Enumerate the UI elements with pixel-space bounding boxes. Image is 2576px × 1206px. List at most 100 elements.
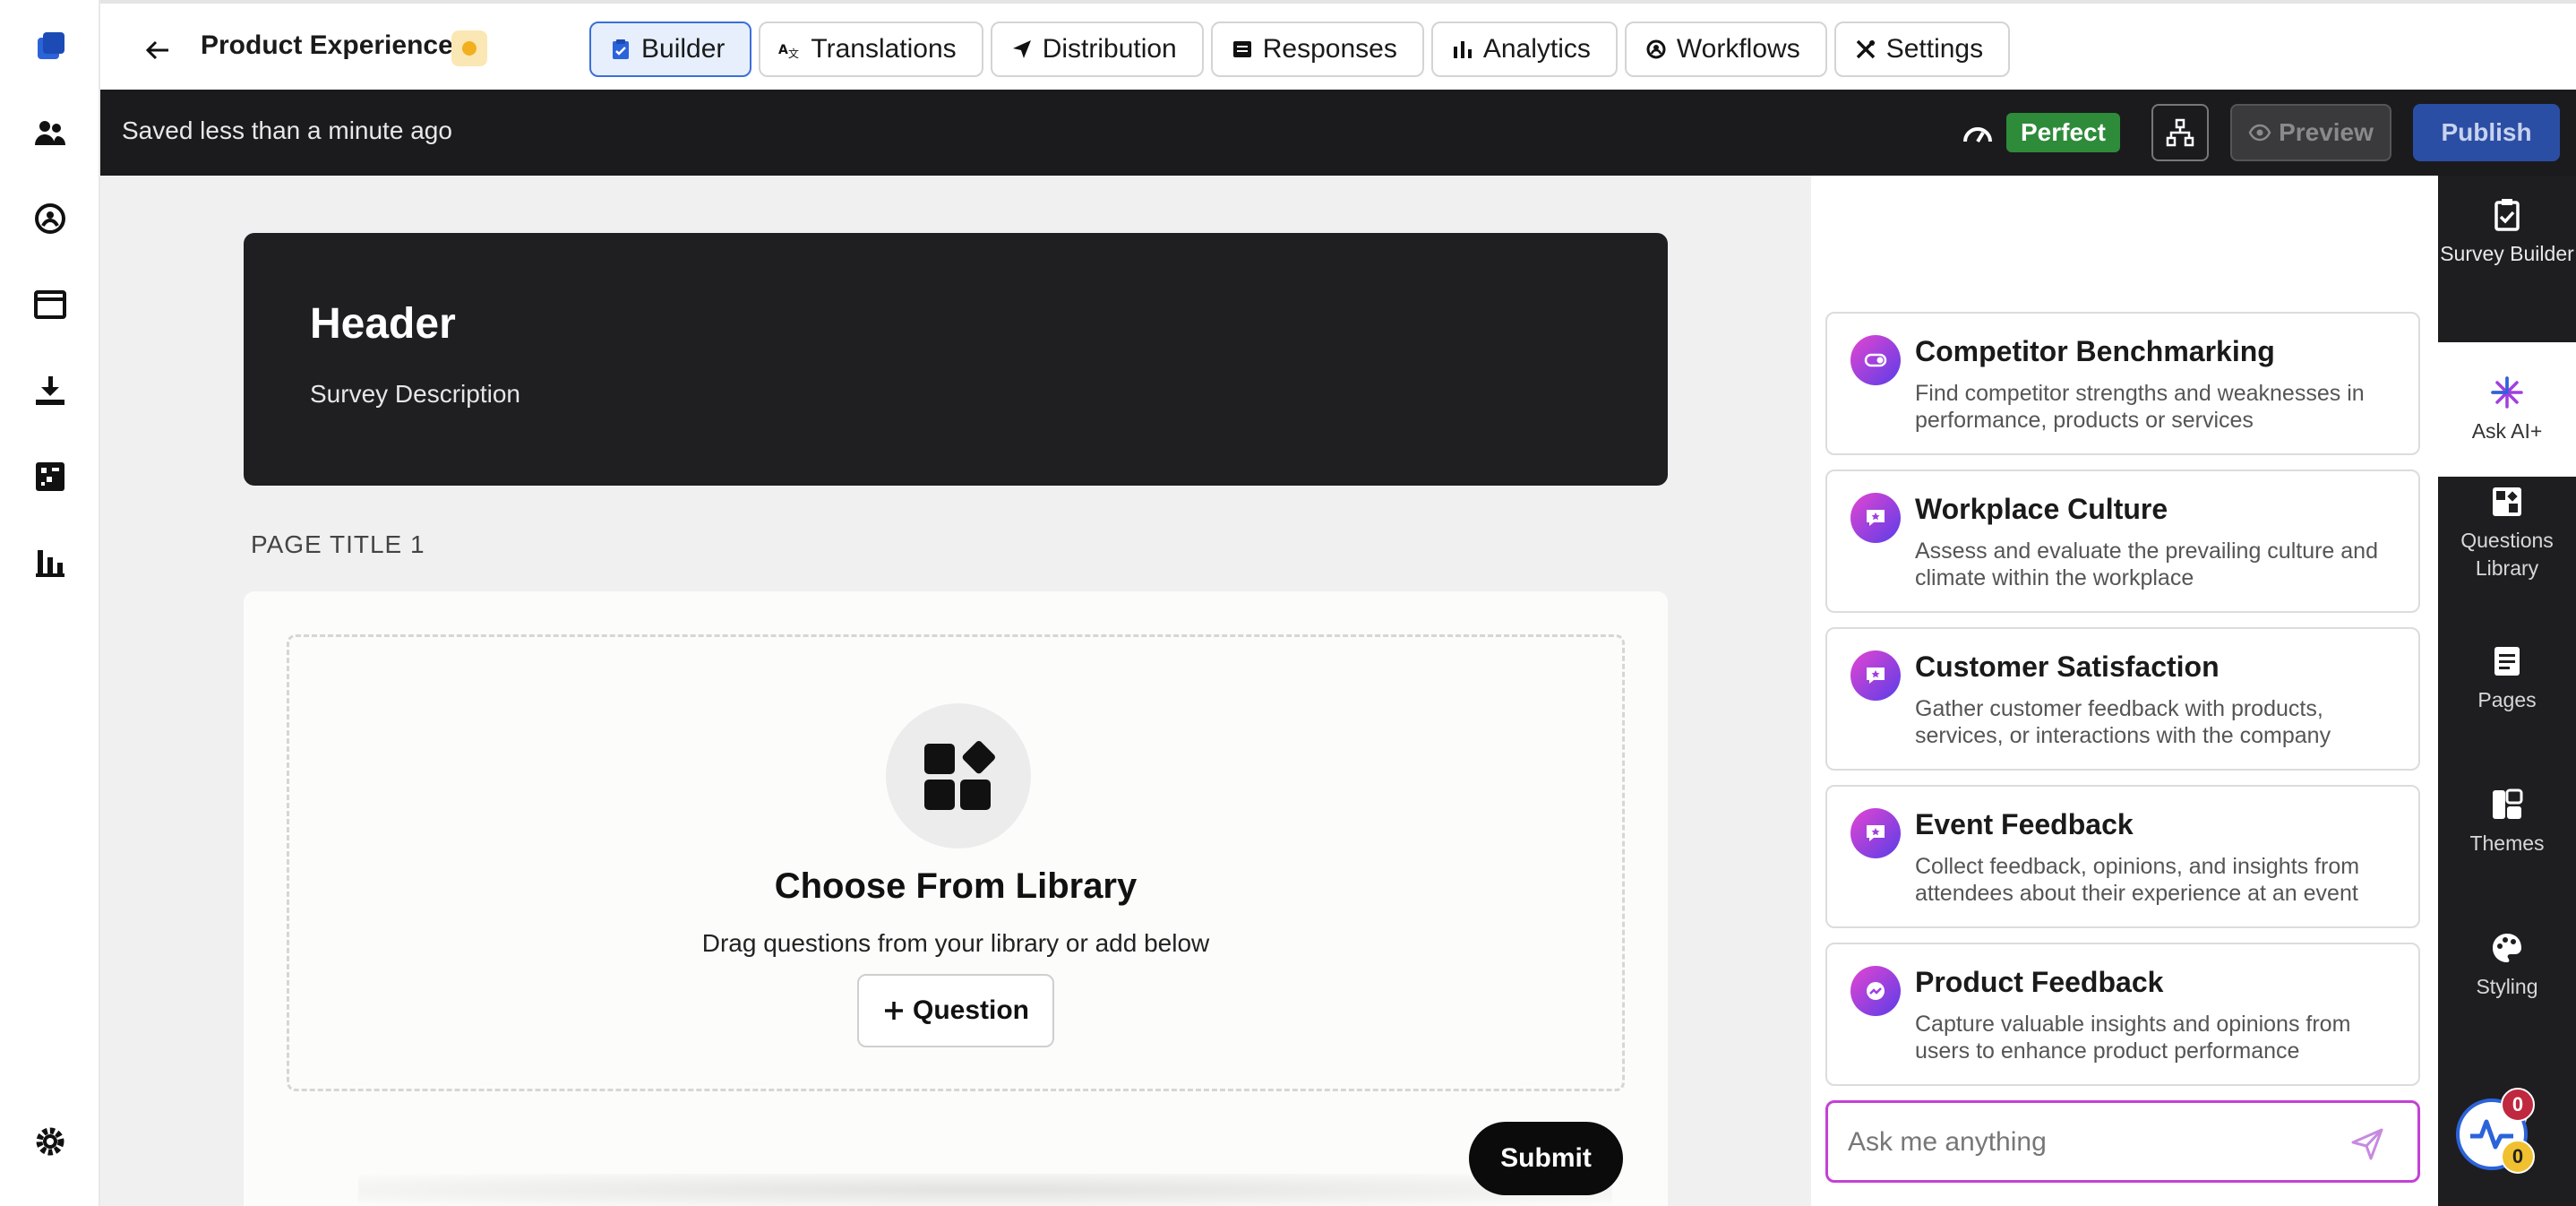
status-dot xyxy=(462,41,477,56)
sidebar-item-styling[interactable]: Styling xyxy=(2438,930,2576,1001)
svg-text:文: 文 xyxy=(788,47,799,60)
publish-button[interactable]: Publish xyxy=(2413,104,2560,161)
suggestion-description: Collect feedback, opinions, and insights… xyxy=(1915,854,2360,906)
suggestion-description: Gather customer feedback with products, … xyxy=(1915,696,2331,748)
main-tabs: Builder A文 Translations Distribution Res… xyxy=(589,22,2011,77)
survey-title[interactable]: Product Experience xyxy=(201,30,453,61)
library-icon-circle xyxy=(886,703,1031,849)
sync-icon[interactable] xyxy=(29,197,72,240)
tab-label: Builder xyxy=(641,34,726,64)
top-bar: Product Experience Builder A文 Translatio… xyxy=(100,0,2576,90)
survey-health-badge[interactable]: Perfect xyxy=(2006,113,2120,152)
trend-chat-icon xyxy=(1850,966,1901,1016)
warning-count-badge: 0 xyxy=(2501,1140,2535,1174)
palette-icon xyxy=(2493,934,2521,962)
sidebar-label: Survey Builder xyxy=(2440,242,2574,265)
draft-status-badge xyxy=(451,30,487,66)
tab-settings[interactable]: Settings xyxy=(1833,22,2011,77)
ai-suggestion-card[interactable]: Competitor Benchmarking Find competitor … xyxy=(1825,312,2420,455)
library-title: Choose From Library xyxy=(774,866,1138,906)
gauge-icon xyxy=(1963,127,1992,143)
toggle-icon xyxy=(1850,335,1901,385)
send-icon[interactable] xyxy=(2349,1126,2385,1162)
sidebar-item-pages[interactable]: Pages xyxy=(2438,643,2576,714)
suggestion-description: Assess and evaluate the prevailing cultu… xyxy=(1915,538,2378,590)
tab-label: Distribution xyxy=(1042,34,1177,64)
sidebar-label: Ask AI+ xyxy=(2471,418,2543,443)
header-description[interactable]: Survey Description xyxy=(310,380,520,409)
bar-chart-icon xyxy=(1453,41,1472,58)
survey-header-card[interactable]: Header Survey Description xyxy=(244,233,1668,486)
sidebar-item-ask-ai[interactable]: Ask AI+ xyxy=(2438,342,2576,477)
tab-analytics[interactable]: Analytics xyxy=(1430,22,1618,77)
error-count-badge: 0 xyxy=(2501,1088,2535,1122)
tab-responses[interactable]: Responses xyxy=(1210,22,1424,77)
bottom-shadow xyxy=(358,1174,1612,1206)
dashboard-icon[interactable] xyxy=(29,455,72,498)
reports-icon[interactable] xyxy=(29,541,72,584)
svg-text:A: A xyxy=(778,43,788,57)
sparkle-icon xyxy=(2491,375,2523,409)
eye-icon xyxy=(2248,124,2271,142)
tools-icon xyxy=(1856,39,1875,59)
ai-suggestion-card[interactable]: Customer Satisfaction Gather customer fe… xyxy=(1825,627,2420,771)
suggestion-title: Workplace Culture xyxy=(1915,493,2168,525)
save-status-text: Saved less than a minute ago xyxy=(122,116,452,144)
survey-canvas: Header Survey Description PAGE TITLE 1 C… xyxy=(100,176,1811,1206)
ask-ai-input-box[interactable] xyxy=(1825,1100,2420,1183)
tab-builder[interactable]: Builder xyxy=(589,22,752,77)
sidebar-item-themes[interactable]: Themes xyxy=(2438,787,2576,857)
header-title[interactable]: Header xyxy=(310,299,456,349)
workflow-icon xyxy=(1646,39,1666,59)
tab-label: Translations xyxy=(811,34,957,64)
send-icon xyxy=(1012,40,1031,58)
page-icon xyxy=(2494,647,2520,676)
add-question-button[interactable]: Question xyxy=(857,974,1054,1047)
editor-toolbar: Saved less than a minute ago Perfect Pre… xyxy=(100,90,2576,176)
ai-suggestion-card[interactable]: Workplace Culture Assess and evaluate th… xyxy=(1825,469,2420,613)
library-subtitle: Drag questions from your library or add … xyxy=(701,929,1210,957)
preview-button[interactable]: Preview xyxy=(2230,104,2391,161)
logic-map-button[interactable] xyxy=(2151,104,2209,161)
star-message-icon xyxy=(1850,493,1901,543)
tab-label: Analytics xyxy=(1482,34,1591,64)
library-icon xyxy=(2493,487,2521,516)
tab-translations[interactable]: A文 Translations xyxy=(759,22,983,77)
sidebar-item-questions-library[interactable]: Questions Library xyxy=(2438,484,2576,582)
add-question-label: Question xyxy=(912,995,1029,1025)
suggestion-title: Customer Satisfaction xyxy=(1915,650,2220,683)
ai-suggestion-card[interactable]: Product Feedback Capture valuable insigh… xyxy=(1825,943,2420,1086)
suggestion-description: Find competitor strengths and weaknesses… xyxy=(1915,381,2365,433)
star-message-icon xyxy=(1850,808,1901,858)
question-dropzone[interactable]: Choose From Library Drag questions from … xyxy=(287,634,1625,1091)
suggestion-title: Event Feedback xyxy=(1915,808,2134,840)
sidebar-label: Styling xyxy=(2476,975,2538,998)
tab-label: Responses xyxy=(1262,34,1397,64)
tab-label: Settings xyxy=(1885,34,1984,64)
browser-window-icon[interactable] xyxy=(29,283,72,326)
settings-gear-icon[interactable] xyxy=(29,1120,72,1163)
list-icon xyxy=(1232,41,1251,57)
plus-icon xyxy=(884,1002,903,1020)
preview-label: Preview xyxy=(2279,118,2374,146)
page-title[interactable]: PAGE TITLE 1 xyxy=(251,530,425,559)
translate-icon: A文 xyxy=(778,43,799,60)
right-sidebar: Survey Builder Ask AI+ Questions Library… xyxy=(2438,176,2576,1206)
suggestion-title: Product Feedback xyxy=(1915,966,2164,998)
sidebar-label: Pages xyxy=(2477,688,2537,711)
clipboard-icon xyxy=(613,39,629,59)
shapes-library-icon xyxy=(924,741,995,810)
ai-suggestion-card[interactable]: Event Feedback Collect feedback, opinion… xyxy=(1825,785,2420,928)
download-icon[interactable] xyxy=(29,369,72,412)
sidebar-label: Questions Library xyxy=(2460,529,2554,580)
sitemap-icon xyxy=(2166,118,2194,147)
suggestion-description: Capture valuable insights and opinions f… xyxy=(1915,1012,2351,1064)
clipboard-check-icon xyxy=(2494,199,2520,231)
users-icon[interactable] xyxy=(29,111,72,154)
tab-workflows[interactable]: Workflows xyxy=(1624,22,1827,77)
app-logo-icon[interactable] xyxy=(29,25,72,68)
tab-distribution[interactable]: Distribution xyxy=(990,22,1204,77)
ask-ai-input[interactable] xyxy=(1848,1121,2349,1164)
back-arrow-icon[interactable] xyxy=(136,29,179,72)
sidebar-item-survey-builder[interactable]: Survey Builder xyxy=(2438,197,2576,268)
